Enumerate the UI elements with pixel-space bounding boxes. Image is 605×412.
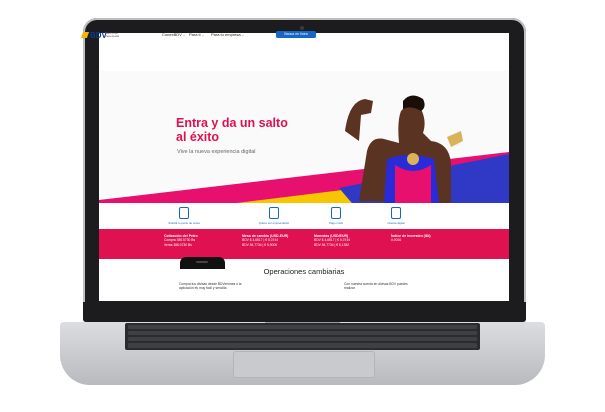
ops-right-text: Con nuestra cuenta en divisas BDV puedes…	[344, 282, 408, 291]
person-icon	[269, 207, 279, 219]
menu-label: Para tu empresa	[211, 32, 241, 37]
banca-en-linea-button[interactable]: Banca en línea	[276, 31, 316, 38]
menu-para-ti[interactable]: Para ti⌄	[189, 32, 204, 37]
menu-conexbdv[interactable]: ConexBDV⌄	[162, 32, 185, 37]
screen-bezel-bottom	[83, 302, 526, 322]
webcam-icon	[300, 26, 304, 30]
operaciones-section: Operaciones cambiarias Compra tus divisa…	[99, 259, 509, 301]
logo-mark-icon	[80, 32, 90, 38]
rate-petro: Cotización del Petro Compra 385.5730 Bs …	[164, 234, 198, 247]
phone-icon	[331, 207, 341, 219]
logo-subtitle: Banco de Venezuela	[105, 31, 120, 38]
quicklink-label: Pago móvil	[329, 221, 343, 225]
quicklinks-bar: Solicitá tu punto de venta Quiero ser em…	[99, 203, 509, 229]
rate-mesa-cambio: Mesa de cambio (USD-EUR) BDV $ 4,6517 | …	[242, 234, 288, 247]
top-nav	[99, 33, 509, 71]
quicklink-label: Cuenta digital	[387, 221, 405, 225]
quicklink-label: Solicitá tu punto de venta	[168, 221, 200, 225]
card-icon	[391, 207, 401, 219]
hero-title: Entra y da un salto al éxito	[176, 116, 288, 144]
chevron-down-icon: ⌄	[182, 33, 186, 37]
menu-label: ConexBDV	[162, 32, 182, 37]
quicklink-pos[interactable]: Solicitá tu punto de venta	[159, 207, 209, 225]
rate-line: BDV 54,7734 | € 5,1352	[314, 242, 350, 247]
chevron-down-icon: ⌄	[201, 33, 205, 37]
chevron-down-icon: ⌄	[241, 33, 245, 37]
login-label: Banca en línea	[284, 32, 308, 36]
hero-subtitle: Vive la nueva experiencia digital	[177, 149, 256, 155]
rate-line: Venta 388.0730 Bs	[164, 242, 192, 247]
quicklink-cuenta-digital[interactable]: Cuenta digital	[371, 207, 421, 225]
pos-icon	[179, 207, 189, 219]
menu-para-tu-empresa[interactable]: Para tu empresa⌄	[211, 32, 244, 37]
rate-idi: Índice de inversión (IDI) 0,0016	[391, 234, 430, 243]
rate-line: 0,0016	[391, 238, 402, 243]
phone-mockup	[180, 257, 225, 269]
trackpad[interactable]	[233, 351, 375, 378]
section-title: Operaciones cambiarias	[263, 267, 345, 276]
bdv-logo[interactable]: BDV	[80, 31, 107, 40]
quicklink-pago-movil[interactable]: Pago móvil	[311, 207, 361, 225]
quicklink-emprendedor[interactable]: Quiero ser emprendedor	[249, 207, 299, 225]
menu-label: Para ti	[189, 32, 201, 37]
athlete-photo	[345, 95, 463, 203]
quicklink-label: Quiero ser emprendedor	[258, 221, 290, 225]
rates-band: Cotización del Petro Compra 385.5730 Bs …	[99, 229, 509, 259]
keyboard	[125, 323, 480, 350]
ops-left-text: Compra tus divisas desde BDVenlínea o la…	[179, 282, 242, 291]
website-screen: Solicitá tu punto de venta Quiero ser em…	[99, 33, 509, 301]
rate-line: BDV 54,7734 | € 5,9006	[242, 242, 278, 247]
rate-monedas: Monedas (USD/EUR) BDV $ 4,6517 | € 5,074…	[314, 234, 350, 247]
